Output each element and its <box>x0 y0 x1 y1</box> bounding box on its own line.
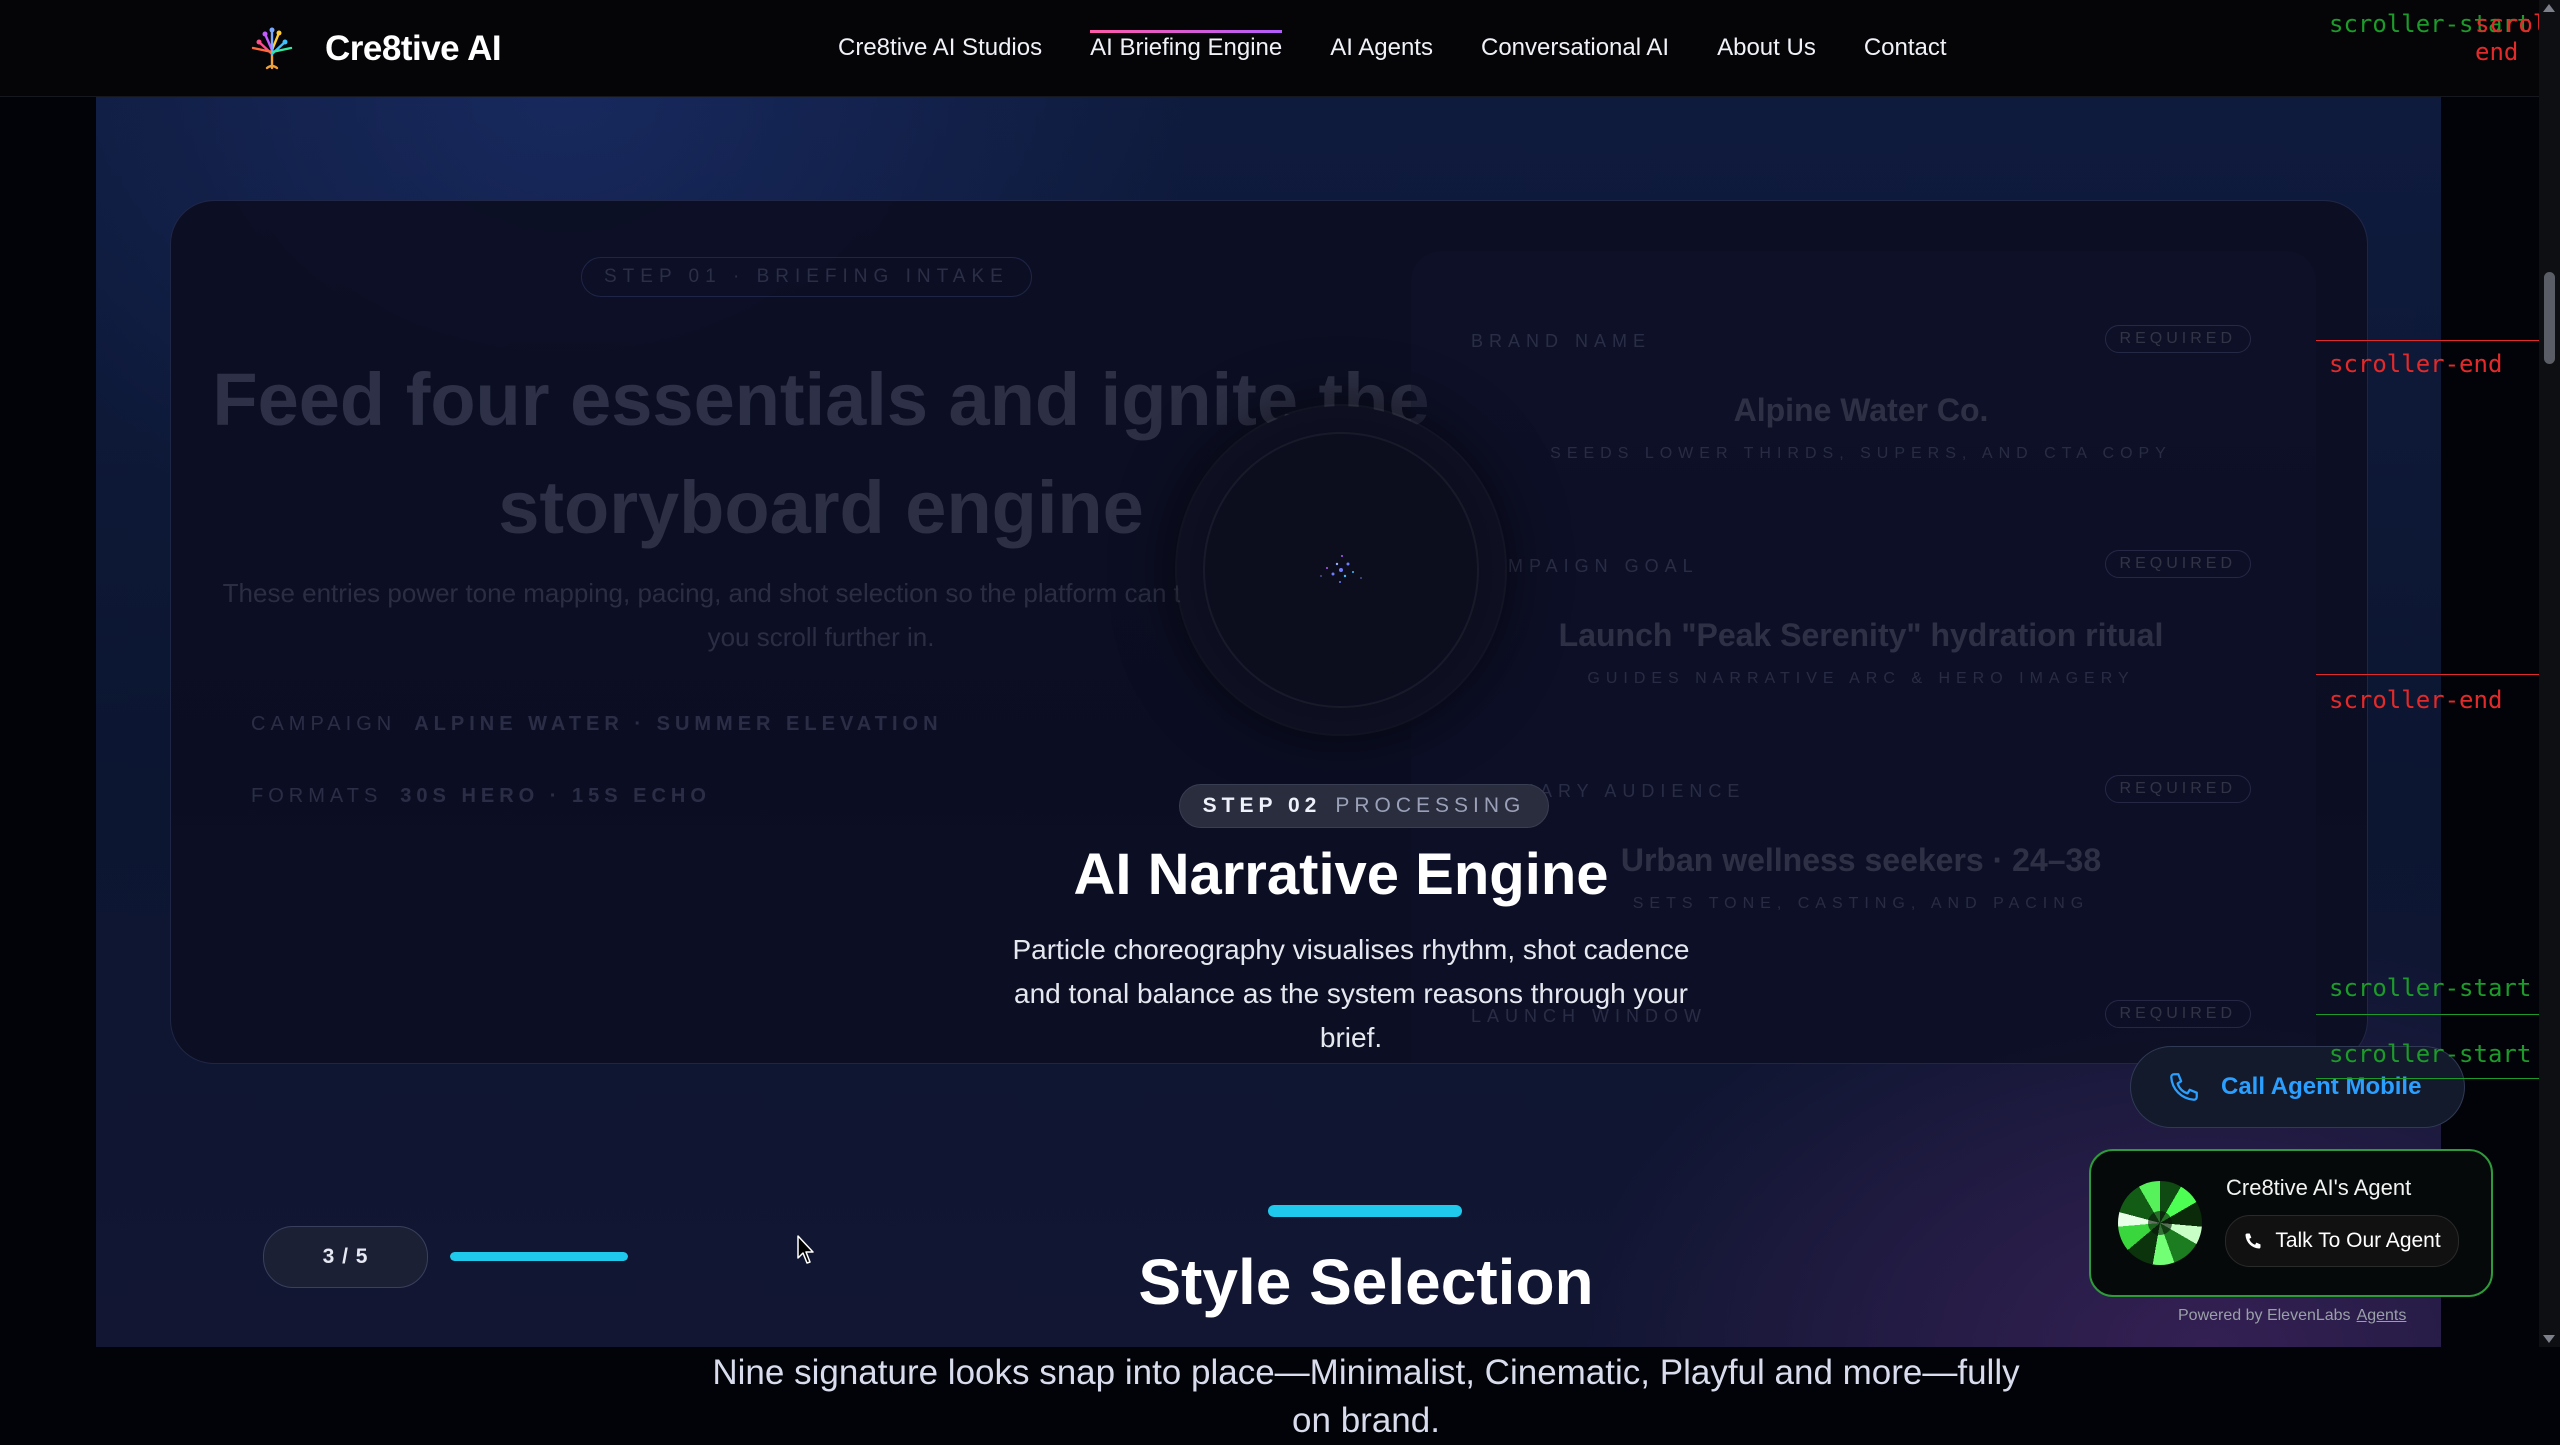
campaign-meta: CAMPAIGN ALPINE WATER · SUMMER ELEVATION <box>251 713 943 736</box>
style-selection-title: Style Selection <box>1138 1246 1594 1318</box>
phone-icon <box>2170 1073 2198 1101</box>
powered-by: Powered by ElevenLabs Agents <box>2178 1307 2406 1325</box>
scroller-start-line <box>2316 1014 2539 1015</box>
talk-to-agent-button[interactable]: Talk To Our Agent <box>2225 1215 2459 1267</box>
agent-widget: Cre8tive AI's Agent Talk To Our Agent <box>2089 1149 2493 1297</box>
agent-avatar <box>2118 1181 2202 1265</box>
scroll-thumb[interactable] <box>2544 272 2555 364</box>
field-value: Launch "Peak Serenity" hydration ritual <box>1558 617 2164 653</box>
campaign-label: CAMPAIGN <box>251 713 397 735</box>
scroller-end-line <box>2316 340 2539 341</box>
brand-name: Cre8tive AI <box>325 29 502 68</box>
intake-step-pill: STEP 01 · BRIEFING INTAKE <box>581 257 1032 297</box>
main-nav: Cre8tive AI Studios AI Briefing Engine A… <box>838 0 1947 96</box>
progress-accent-bar <box>1268 1205 1462 1217</box>
tree-logo-icon <box>251 27 293 70</box>
scroller-end-line <box>2316 674 2539 675</box>
step-number: STEP 02 <box>1202 794 1322 817</box>
top-navigation: Cre8tive AI Cre8tive AI Studios AI Brief… <box>0 0 2539 97</box>
field-campaign-goal: CAMPAIGN GOAL REQUIRED Launch "Peak Sere… <box>1471 550 2251 688</box>
page-scrollbar[interactable] <box>2539 0 2560 1347</box>
talk-to-agent-label: Talk To Our Agent <box>2275 1229 2441 1252</box>
campaign-value: ALPINE WATER · SUMMER ELEVATION <box>414 713 943 735</box>
nav-link-conversational-ai[interactable]: Conversational AI <box>1481 34 1669 62</box>
field-hint: SEEDS LOWER THIRDS, SUPERS, AND CTA COPY <box>1550 445 2172 462</box>
step-progress-bar <box>450 1252 628 1261</box>
style-selection-description: Nine signature looks snap into place—Min… <box>712 1353 2020 1440</box>
step-progress-fill <box>450 1252 628 1261</box>
formats-meta: FORMATS 30S HERO · 15S ECHO <box>251 785 711 808</box>
nav-link-about-us[interactable]: About Us <box>1717 34 1816 62</box>
processing-step-pill: STEP 02 PROCESSING <box>1179 784 1549 828</box>
required-badge: REQUIRED <box>2104 325 2251 353</box>
field-value: Alpine Water Co. <box>1733 392 1989 428</box>
particle-cluster-icon <box>1320 555 1362 583</box>
field-brand-name: BRAND NAME REQUIRED Alpine Water Co. SEE… <box>1471 325 2251 463</box>
briefing-engine-section: STEP 01 · BRIEFING INTAKE Feed four esse… <box>96 97 2441 1440</box>
required-badge: REQUIRED <box>2104 775 2251 803</box>
field-hint: GUIDES NARRATIVE ARC & HERO IMAGERY <box>1587 670 2135 687</box>
step-counter: 3 / 5 <box>263 1226 428 1288</box>
required-badge: REQUIRED <box>2104 1000 2251 1028</box>
step-word: PROCESSING <box>1335 794 1526 817</box>
engine-title: AI Narrative Engine <box>1073 842 1609 907</box>
powered-by-text: Powered by ElevenLabs <box>2178 1307 2351 1324</box>
powered-by-link[interactable]: Agents <box>2357 1307 2407 1324</box>
formats-label: FORMATS <box>251 785 383 807</box>
scroller-end-marker: scroller-end <box>2329 686 2503 714</box>
scroller-start-marker: scroller-start <box>2329 1040 2532 1068</box>
briefing-card: STEP 01 · BRIEFING INTAKE Feed four esse… <box>170 200 2368 1064</box>
particle-orb <box>1177 406 1505 734</box>
brand[interactable]: Cre8tive AI <box>245 22 502 76</box>
scroller-start-line <box>2316 1078 2539 1079</box>
nav-link-contact[interactable]: Contact <box>1864 34 1947 62</box>
scroll-up-arrow-icon[interactable] <box>2543 4 2555 12</box>
phone-icon <box>2245 1233 2261 1249</box>
scroller-end-marker: scroller-end <box>2329 350 2503 378</box>
formats-value: 30S HERO · 15S ECHO <box>400 785 711 807</box>
nav-link-ai-agents[interactable]: AI Agents <box>1330 34 1433 62</box>
required-badge: REQUIRED <box>2104 550 2251 578</box>
agent-widget-title: Cre8tive AI's Agent <box>2226 1175 2412 1200</box>
nav-link-briefing-engine[interactable]: AI Briefing Engine <box>1090 30 1283 62</box>
nav-link-studios[interactable]: Cre8tive AI Studios <box>838 34 1042 62</box>
engine-description: Particle choreography visualises rhythm,… <box>1012 934 1690 1053</box>
scroller-start-marker: scroller-start <box>2329 974 2532 1002</box>
mouse-cursor-icon <box>797 1235 814 1264</box>
scroll-down-arrow-icon[interactable] <box>2543 1335 2555 1343</box>
